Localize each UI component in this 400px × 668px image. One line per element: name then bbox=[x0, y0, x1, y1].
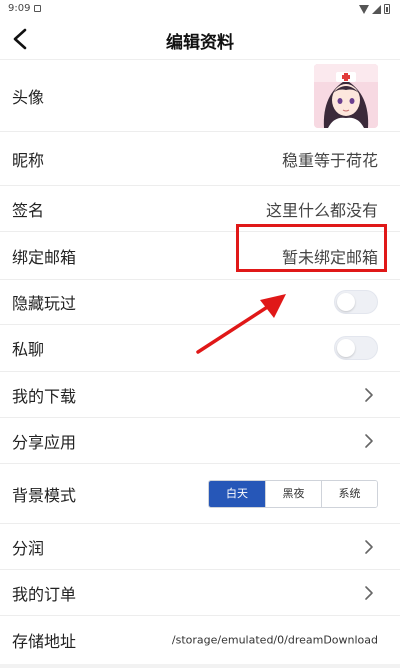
row-my-downloads[interactable]: 我的下载 bbox=[0, 372, 400, 418]
row-nickname[interactable]: 昵称 稳重等于荷花 bbox=[0, 132, 400, 186]
nickname-label: 昵称 bbox=[12, 150, 45, 170]
hide-played-toggle[interactable] bbox=[334, 290, 378, 314]
hide-played-label: 隐藏玩过 bbox=[12, 294, 77, 313]
bottom-divider bbox=[0, 664, 400, 668]
revenue-share-label: 分润 bbox=[12, 538, 45, 558]
notification-icon bbox=[34, 5, 41, 12]
storage-path-value: /storage/emulated/0/dreamDownload bbox=[171, 633, 378, 647]
chevron-right-icon bbox=[365, 585, 373, 600]
signal-icon bbox=[372, 4, 381, 14]
row-my-orders[interactable]: 我的订单 bbox=[0, 570, 400, 616]
page-title: 编辑资料 bbox=[166, 33, 234, 53]
toggle-knob bbox=[337, 293, 355, 311]
background-mode-selector: 白天 黑夜 系统 bbox=[208, 479, 378, 508]
signature-label: 签名 bbox=[12, 200, 45, 220]
my-orders-label: 我的订单 bbox=[12, 584, 77, 604]
private-chat-toggle[interactable] bbox=[334, 336, 378, 360]
status-time: 9:09 bbox=[8, 3, 31, 14]
avatar[interactable] bbox=[314, 64, 378, 128]
mode-option-night[interactable]: 黑夜 bbox=[265, 480, 321, 507]
annotation-arrow-icon bbox=[196, 294, 286, 354]
signature-value: 这里什么都没有 bbox=[265, 200, 378, 220]
top-bar: 编辑资料 bbox=[0, 18, 400, 60]
annotation-highlight-box bbox=[236, 224, 387, 272]
row-background-mode: 背景模式 白天 黑夜 系统 bbox=[0, 464, 400, 524]
status-icons bbox=[359, 4, 390, 14]
my-downloads-label: 我的下载 bbox=[12, 386, 77, 406]
background-mode-label: 背景模式 bbox=[12, 485, 77, 505]
storage-path-label: 存储地址 bbox=[12, 632, 77, 651]
row-share-app[interactable]: 分享应用 bbox=[0, 418, 400, 464]
nickname-value: 稳重等于荷花 bbox=[281, 150, 378, 170]
wifi-icon bbox=[359, 4, 369, 14]
row-revenue-share[interactable]: 分润 bbox=[0, 524, 400, 570]
mode-option-day[interactable]: 白天 bbox=[209, 480, 265, 507]
email-label: 绑定邮箱 bbox=[12, 247, 77, 267]
chevron-right-icon bbox=[365, 539, 373, 554]
avatar-image bbox=[314, 64, 378, 128]
row-storage-path[interactable]: 存储地址 /storage/emulated/0/dreamDownload bbox=[0, 616, 400, 664]
mode-option-system[interactable]: 系统 bbox=[321, 480, 377, 507]
chevron-right-icon bbox=[365, 387, 373, 402]
row-avatar[interactable]: 头像 bbox=[0, 61, 400, 132]
chevron-right-icon bbox=[365, 433, 373, 448]
share-app-label: 分享应用 bbox=[12, 432, 77, 452]
avatar-label: 头像 bbox=[12, 88, 45, 107]
status-bar: 9:09 bbox=[0, 0, 400, 18]
battery-icon bbox=[384, 4, 390, 14]
private-chat-label: 私聊 bbox=[12, 340, 45, 359]
toggle-knob bbox=[337, 339, 355, 357]
